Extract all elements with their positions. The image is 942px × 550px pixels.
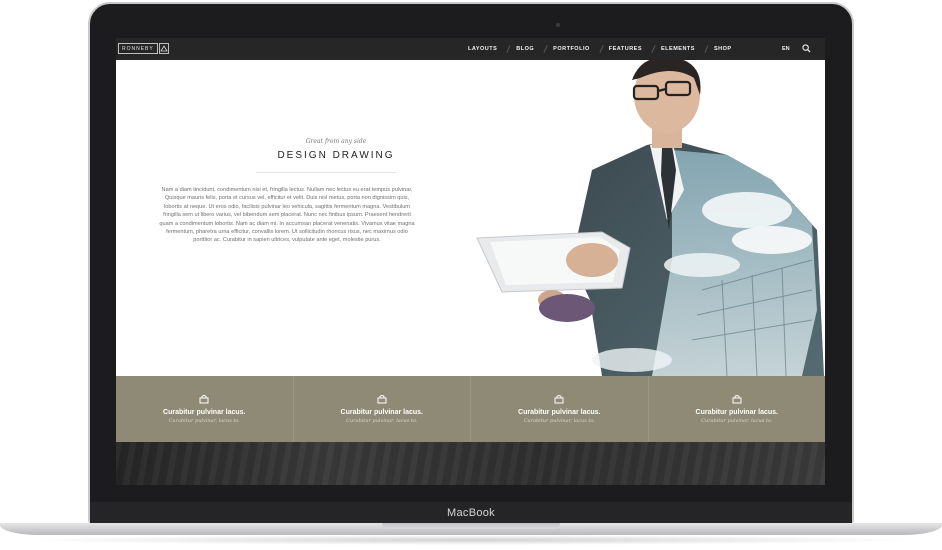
feature-subtitle: Curabitur pulvinar, lacus to. [701, 418, 773, 424]
feature-title: Curabitur pulvinar lacus. [340, 409, 423, 416]
businessman-tablet-image [476, 60, 824, 376]
top-navigation: RONNEBY LAYOUTS BLOG PORTFOLIO FEATURES … [116, 38, 825, 60]
hero-body-text: Nam a diam tincidunt, condimentum nisi e… [159, 187, 415, 244]
features-band: Curabitur pulvinar lacus. Curabitur pulv… [116, 376, 825, 442]
laptop-chin: MacBook [90, 502, 852, 524]
menu-item-features[interactable]: FEATURES [609, 46, 642, 52]
camera-icon [556, 23, 560, 27]
feature-card[interactable]: Curabitur pulvinar lacus. Curabitur pulv… [649, 376, 826, 442]
menu-item-portfolio[interactable]: PORTFOLIO [553, 46, 590, 52]
shopping-bag-icon [732, 395, 742, 404]
hero-divider [256, 172, 396, 173]
menu-item-blog[interactable]: BLOG [516, 46, 534, 52]
dark-image-strip [116, 442, 825, 485]
website-screen: RONNEBY LAYOUTS BLOG PORTFOLIO FEATURES … [116, 38, 825, 485]
hero-title: DESIGN DRAWING [277, 150, 395, 161]
device-brand-label: MacBook [447, 507, 495, 519]
shopping-bag-icon [554, 395, 564, 404]
laptop-notch [382, 523, 560, 529]
shopping-bag-icon [199, 395, 209, 404]
hero-section: Great from any side DESIGN DRAWING Nam a… [116, 60, 825, 376]
shopping-bag-icon [377, 395, 387, 404]
feature-card[interactable]: Curabitur pulvinar lacus. Curabitur pulv… [471, 376, 649, 442]
feature-subtitle: Curabitur pulvinar, lacus to. [523, 418, 595, 424]
hero-eyebrow: Great from any side [305, 138, 367, 145]
search-icon[interactable] [802, 44, 811, 53]
menu-item-layouts[interactable]: LAYOUTS [468, 46, 497, 52]
feature-title: Curabitur pulvinar lacus. [163, 409, 246, 416]
logo-mark-icon [158, 43, 169, 54]
menu-item-shop[interactable]: SHOP [714, 46, 732, 52]
menu-item-elements[interactable]: ELEMENTS [661, 46, 695, 52]
laptop-shadow [20, 535, 922, 545]
feature-subtitle: Curabitur pulvinar, lacus to. [168, 418, 240, 424]
feature-card[interactable]: Curabitur pulvinar lacus. Curabitur pulv… [294, 376, 471, 442]
feature-card[interactable]: Curabitur pulvinar lacus. Curabitur pulv… [116, 376, 294, 442]
language-switcher[interactable]: EN [782, 46, 790, 52]
site-logo[interactable]: RONNEBY [118, 42, 169, 55]
logo-text: RONNEBY [118, 43, 158, 54]
feature-title: Curabitur pulvinar lacus. [518, 409, 601, 416]
main-menu: LAYOUTS BLOG PORTFOLIO FEATURES ELEMENTS… [468, 38, 751, 60]
feature-subtitle: Curabitur pulvinar, lacus to. [346, 418, 418, 424]
feature-title: Curabitur pulvinar lacus. [695, 409, 778, 416]
